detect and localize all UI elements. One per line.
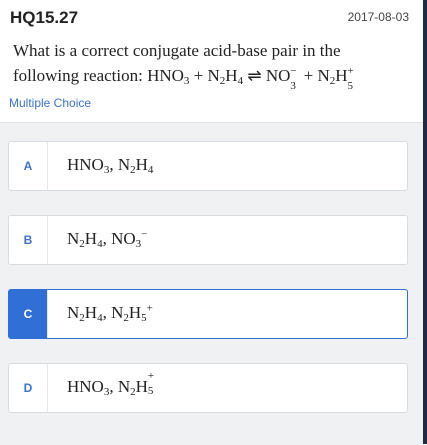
eq-n2h4-h: H [225, 66, 238, 85]
option-answer: N2H4, NO3− [67, 228, 148, 250]
option-letter: D [23, 381, 33, 395]
eq-hno3: HNO [147, 66, 184, 85]
window-edge [423, 0, 427, 444]
option-letter: B [23, 233, 33, 247]
eq-n2h5-h: H [335, 66, 348, 85]
question-id: HQ15.27 [10, 8, 79, 27]
option-letter: C [9, 290, 48, 338]
option-a-part: HNO [67, 155, 104, 174]
option-c-part: H [128, 303, 142, 322]
option-d-scripts: +5 [148, 370, 157, 397]
option-c-part: N [67, 303, 80, 322]
option-b-part: N [67, 229, 80, 248]
option-c-sup: + [146, 302, 153, 315]
option-divider [47, 216, 48, 264]
eq-n2h5-scripts: +5 [348, 65, 357, 92]
question-header: HQ15.27 2017-08-03 What is a correct con… [0, 0, 423, 122]
option-answer: N2H4, N2H5+ [67, 302, 153, 324]
option-divider [47, 142, 48, 190]
option-c[interactable]: C N2H4, N2H5+ [8, 289, 408, 339]
option-answer: HNO3, N2H4 [67, 155, 154, 176]
eq-no3-sub: 3 [290, 80, 296, 92]
option-divider [47, 290, 48, 338]
option-d-sup: + [147, 370, 155, 382]
option-d-part: HNO [67, 377, 104, 396]
option-d-part: , N [109, 377, 131, 396]
option-d-sub: 5 [147, 385, 154, 397]
option-a-sub: 4 [147, 164, 154, 176]
eq-plus-1: + N [189, 66, 220, 85]
option-b-part: H [84, 229, 98, 248]
equation: HNO3 + N2H4 ⇌ NO −3 + N2H +5 [147, 65, 357, 92]
eq-no3-scripts: −3 [290, 65, 299, 92]
option-answer: HNO3, N2H +5 [67, 370, 157, 398]
option-divider [47, 364, 48, 412]
question-type: Multiple Choice [9, 96, 92, 110]
question-text: What is a correct conjugate acid-base pa… [13, 38, 408, 92]
option-a-part: , N [109, 155, 131, 174]
option-c-part: , N [102, 303, 124, 322]
options-area: A HNO3, N2H4 B N2H4, NO3− C N2H4, N2H5+ … [0, 122, 423, 445]
question-date: 2017-08-03 [347, 10, 409, 24]
option-c-part: H [84, 303, 98, 322]
option-d-part: H [135, 377, 148, 396]
option-a[interactable]: A HNO3, N2H4 [8, 141, 408, 191]
option-b-part: , NO [102, 229, 136, 248]
eq-plus-2: + N [299, 66, 330, 85]
eq-n2h5-sub: 5 [347, 80, 354, 92]
option-d[interactable]: D HNO3, N2H +5 [8, 363, 408, 413]
eq-equilibrium-arrow: ⇌ [243, 66, 266, 85]
option-b[interactable]: B N2H4, NO3− [8, 215, 408, 265]
option-letter: A [23, 159, 33, 173]
eq-no3: NO [265, 66, 291, 85]
option-a-part: H [135, 155, 148, 174]
option-b-sup: − [141, 228, 148, 241]
